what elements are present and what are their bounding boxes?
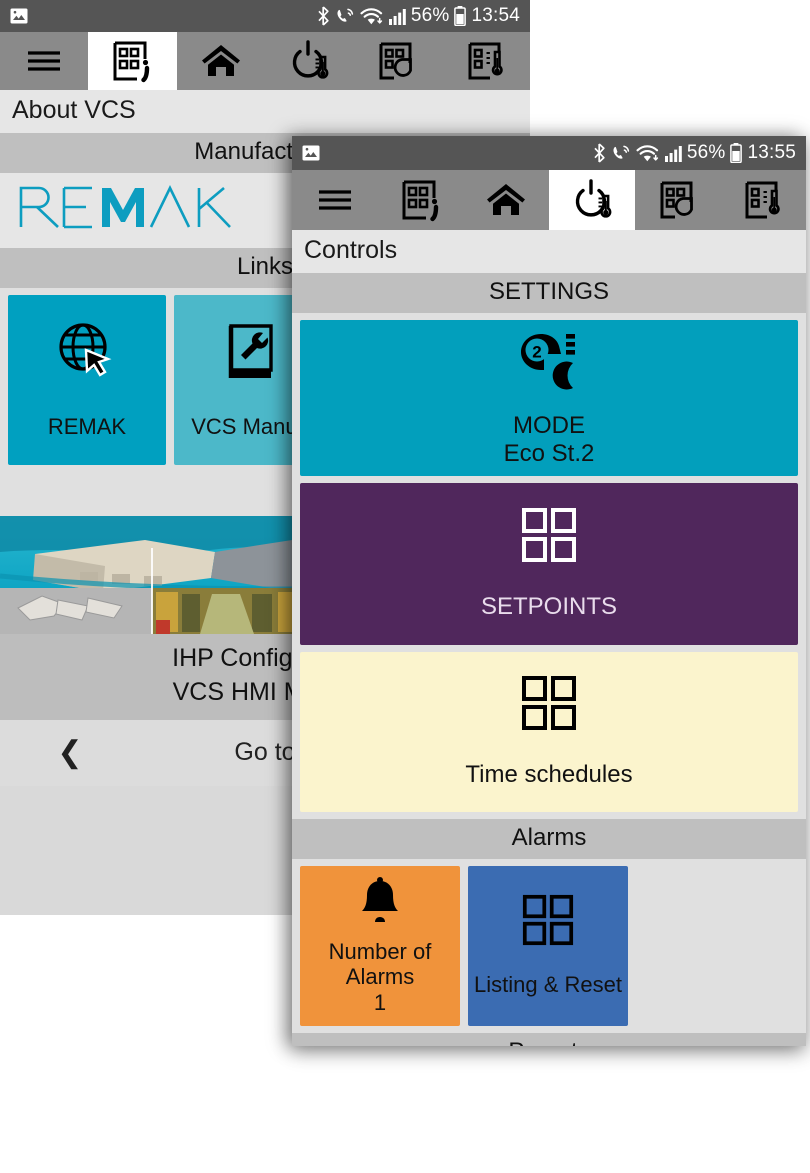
tile-number-of-alarms[interactable]: Number of Alarms 1	[300, 866, 460, 1026]
power-thermometer-icon	[569, 179, 615, 221]
alarms-band: Number of Alarms 1 Listing & Reset	[292, 859, 806, 1033]
home-icon	[199, 42, 243, 80]
battery-icon	[454, 6, 467, 26]
front-status-bar: 56% 13:55	[292, 136, 806, 170]
tile-setpoints[interactable]: SETPOINTS	[300, 483, 798, 645]
link-tile-remak-label: REMAK	[47, 414, 127, 440]
wifi-icon	[636, 144, 660, 163]
back-nav-bar	[0, 32, 530, 90]
back-page-title: About VCS	[0, 90, 530, 133]
tile-mode-title: MODE	[513, 412, 585, 440]
nav-item-home[interactable]	[177, 32, 265, 90]
alarms-label-line1: Number of	[328, 938, 432, 964]
bell-icon	[354, 876, 406, 925]
power-thermometer-icon	[286, 40, 332, 82]
image-icon	[302, 145, 320, 161]
hamburger-menu-icon	[26, 48, 62, 74]
panel-humidity-icon	[375, 40, 419, 82]
grid-four-squares-icon	[521, 507, 577, 563]
tile-mode-value: Eco St.2	[503, 440, 595, 467]
nav-item-about[interactable]	[378, 170, 464, 230]
nav-item-controls[interactable]	[265, 32, 353, 90]
battery-icon	[730, 143, 743, 163]
panel-humidity-icon	[656, 179, 700, 221]
section-header-alarms: Alarms	[292, 819, 806, 859]
status-clock: 13:55	[747, 142, 796, 163]
nav-item-temps[interactable]	[442, 32, 530, 90]
call-icon	[335, 7, 355, 26]
panel-thermometer-icon	[741, 179, 785, 221]
nav-item-controls[interactable]	[549, 170, 635, 230]
screenshot-stage: 56% 13:54 About VCS Manufacturer Links R…	[0, 0, 810, 1173]
manual-wrench-icon	[223, 320, 283, 384]
tile-listing-reset-label: Listing & Reset	[474, 972, 622, 998]
alarms-tile-row: Number of Alarms 1 Listing & Reset	[300, 866, 798, 1026]
panel-info-icon	[399, 178, 443, 222]
time-schedules-band: Time schedules	[292, 652, 806, 819]
setpoints-band: SETPOINTS	[292, 483, 806, 652]
tile-mode[interactable]: 2 MODE Eco St.2	[300, 320, 798, 476]
fan-speed-2-night-icon: 2	[511, 328, 587, 390]
tile-setpoints-label: SETPOINTS	[480, 593, 618, 621]
bluetooth-icon	[317, 6, 330, 26]
image-icon	[10, 8, 28, 24]
nav-item-home[interactable]	[463, 170, 549, 230]
nav-item-humidity[interactable]	[635, 170, 721, 230]
tile-number-of-alarms-label: Number of Alarms 1	[329, 939, 432, 1016]
link-tile-remak[interactable]: REMAK	[8, 295, 166, 465]
nav-item-temps[interactable]	[720, 170, 806, 230]
battery-percent: 56%	[686, 142, 726, 163]
call-icon	[611, 144, 631, 163]
front-phone-panel-controls: 56% 13:55 Controls SETTINGS 2 MODE Eco S…	[292, 136, 806, 1046]
nav-item-menu[interactable]	[0, 32, 88, 90]
cellular-signal-icon	[664, 145, 682, 162]
section-header-settings: SETTINGS	[292, 273, 806, 313]
bluetooth-icon	[593, 143, 606, 163]
hamburger-menu-icon	[317, 187, 353, 213]
panel-thermometer-icon	[464, 40, 508, 82]
front-page-title: Controls	[292, 230, 806, 273]
home-icon	[484, 181, 528, 219]
panel-info-icon	[110, 39, 154, 83]
tile-mode-label: MODE Eco St.2	[504, 412, 595, 468]
globe-cursor-icon	[54, 320, 120, 384]
tile-listing-reset[interactable]: Listing & Reset	[468, 866, 628, 1026]
tile-time-schedules[interactable]: Time schedules	[300, 652, 798, 812]
grid-four-squares-icon	[522, 894, 574, 946]
cellular-signal-icon	[388, 8, 406, 25]
remak-logo	[19, 185, 231, 229]
battery-percent: 56%	[410, 5, 450, 26]
tile-time-schedules-label: Time schedules	[465, 761, 633, 789]
back-status-bar: 56% 13:54	[0, 0, 530, 32]
settings-band: 2 MODE Eco St.2	[292, 313, 806, 483]
nav-item-humidity[interactable]	[353, 32, 441, 90]
wifi-icon	[360, 7, 384, 26]
front-nav-bar	[292, 170, 806, 230]
nav-item-about[interactable]	[88, 32, 177, 90]
alarms-label-line2: Alarms	[345, 964, 415, 990]
svg-text:2: 2	[532, 343, 541, 362]
grid-four-squares-icon	[521, 675, 577, 731]
section-header-presets: Presets	[292, 1033, 806, 1046]
status-clock: 13:54	[471, 5, 520, 26]
chevron-left-icon[interactable]: ❮	[10, 735, 130, 770]
alarms-count-value: 1	[373, 989, 387, 1015]
nav-item-menu[interactable]	[292, 170, 378, 230]
